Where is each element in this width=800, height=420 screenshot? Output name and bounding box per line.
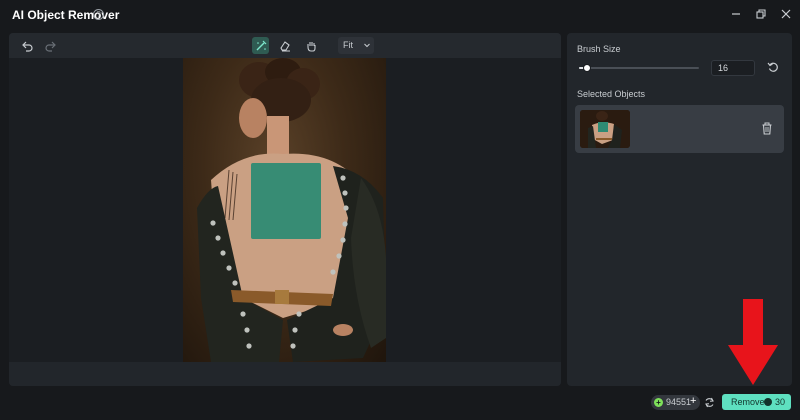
remove-cost: 30 — [775, 397, 786, 407]
minimize-icon[interactable] — [728, 6, 744, 22]
refresh-icon[interactable] — [704, 397, 715, 408]
credit-cost-icon — [764, 398, 772, 406]
chevron-down-icon — [364, 43, 370, 48]
canvas-bottom-strip — [9, 362, 561, 386]
selected-objects-label: Selected Objects — [577, 89, 646, 99]
zoom-select-value: Fit — [343, 40, 353, 50]
canvas-panel: Fit — [9, 33, 561, 386]
selected-object-card[interactable] — [575, 105, 784, 153]
brush-size-input[interactable]: 16 — [711, 60, 755, 76]
credits-value: 94551 — [666, 397, 692, 407]
annotation-arrow-down-icon — [728, 299, 778, 385]
redo-icon[interactable] — [42, 37, 59, 54]
trash-icon[interactable] — [761, 122, 773, 135]
selected-object-thumbnail — [580, 110, 630, 148]
image-stage[interactable] — [9, 58, 561, 362]
restore-icon[interactable] — [753, 6, 769, 22]
brush-size-slider[interactable] — [579, 64, 699, 72]
undo-icon[interactable] — [18, 37, 35, 54]
brush-size-label: Brush Size — [577, 44, 621, 54]
eraser-icon[interactable] — [276, 37, 293, 54]
zoom-select[interactable]: Fit — [338, 37, 374, 54]
remove-button-label: Remove — [731, 397, 765, 407]
credits-balance[interactable]: + 94551 + — [651, 395, 700, 410]
brush-size-slider-thumb[interactable] — [583, 64, 592, 72]
credit-coin-icon: + — [654, 398, 663, 407]
canvas-toolbar: Fit — [9, 33, 561, 58]
photo-canvas[interactable] — [183, 58, 386, 362]
title-bar: AI Object Remover ? — [0, 0, 800, 30]
smart-brush-icon[interactable] — [252, 37, 269, 54]
brush-selection-mask[interactable] — [251, 163, 321, 239]
close-icon[interactable] — [778, 6, 794, 22]
remove-button[interactable]: Remove 30 — [722, 394, 791, 410]
hand-pan-icon[interactable] — [302, 37, 319, 54]
add-credits-icon[interactable]: + — [690, 395, 696, 407]
reset-icon[interactable] — [767, 61, 779, 73]
help-icon[interactable]: ? — [93, 9, 104, 20]
